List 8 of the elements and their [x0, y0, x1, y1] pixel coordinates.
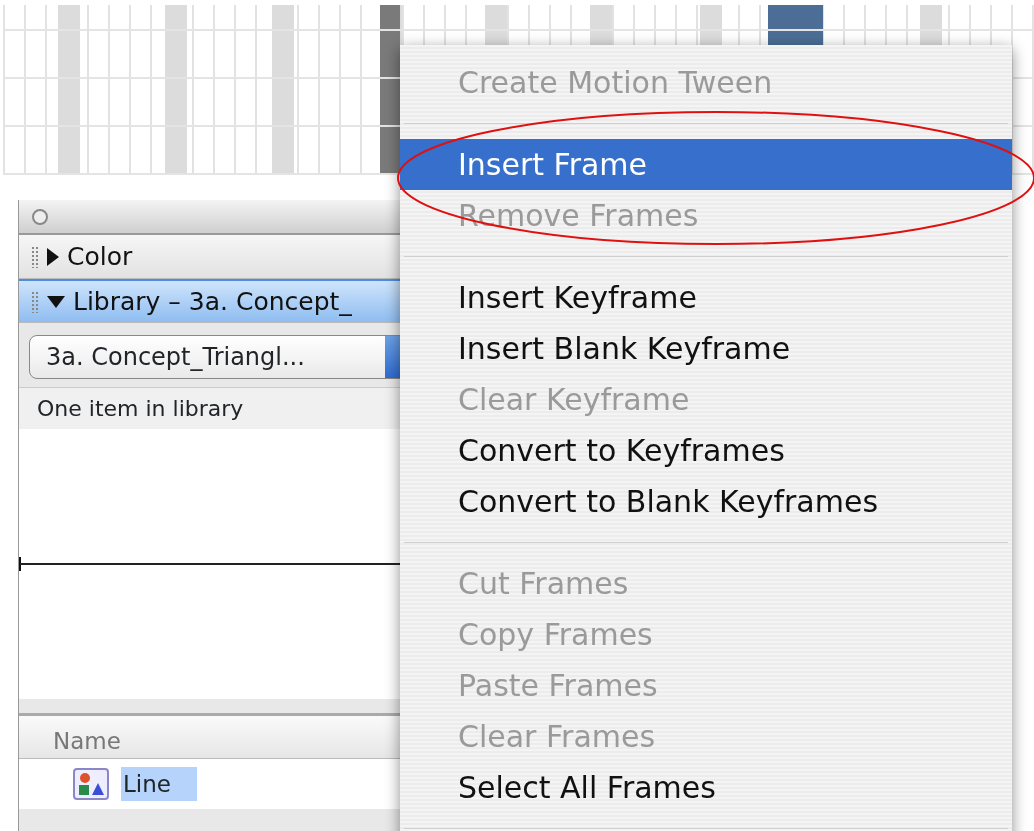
menu-item[interactable]: Select All Frames [400, 762, 1012, 813]
close-icon[interactable] [31, 207, 49, 226]
collapsed-triangle-icon [47, 247, 59, 266]
graphic-symbol-icon [73, 768, 109, 800]
library-item[interactable]: Line [121, 766, 197, 802]
expanded-triangle-icon [47, 295, 65, 308]
menu-item[interactable]: Insert Frame [400, 139, 1012, 190]
menu-item[interactable]: Convert to Blank Keyframes [400, 476, 1012, 527]
